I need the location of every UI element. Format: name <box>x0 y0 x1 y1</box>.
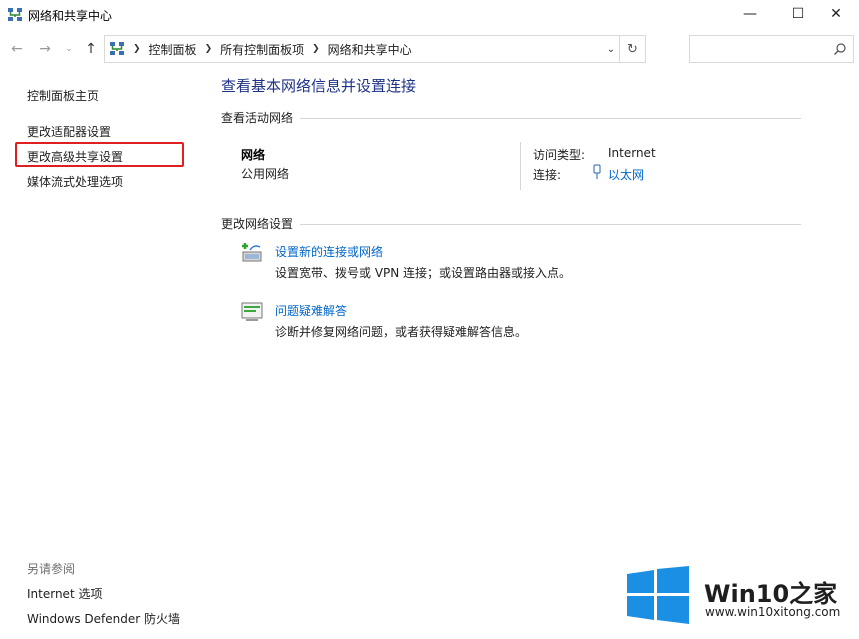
up-arrow-icon[interactable]: ↑ <box>82 40 100 58</box>
windows-logo-icon <box>627 566 689 624</box>
access-type-value: Internet <box>608 146 656 160</box>
section-divider <box>300 224 801 225</box>
breadcrumb-all-items[interactable]: 所有控制面板项 <box>220 41 304 58</box>
internet-options-link[interactable]: Internet 选项 <box>27 585 102 602</box>
access-type-label: 访问类型: <box>533 148 586 162</box>
connection-label: 连接: <box>533 168 562 182</box>
close-button[interactable]: ✕ <box>813 0 859 28</box>
troubleshoot-link[interactable]: 问题疑难解答 <box>275 302 347 319</box>
page-title: 查看基本网络信息并设置连接 <box>221 77 417 95</box>
breadcrumb-network-center[interactable]: 网络和共享中心 <box>328 41 412 58</box>
breadcrumb-separator-icon[interactable]: ❯ <box>312 44 320 54</box>
network-center-icon <box>110 42 124 55</box>
breadcrumb-separator-icon[interactable]: ❯ <box>205 44 213 54</box>
section-divider <box>300 118 801 119</box>
control-panel-home-link[interactable]: 控制面板主页 <box>27 87 99 104</box>
watermark-brand: Win10之家 <box>704 580 838 608</box>
change-adapter-settings-link[interactable]: 更改适配器设置 <box>27 123 111 140</box>
ethernet-connection-link[interactable]: 以太网 <box>608 166 644 183</box>
address-dropdown-icon[interactable]: ⌄ <box>604 42 618 56</box>
new-connection-icon <box>242 243 262 262</box>
media-streaming-link[interactable]: 媒体流式处理选项 <box>27 173 123 190</box>
highlight-annotation-box <box>15 142 184 167</box>
active-networks-heading: 查看活动网络 <box>221 111 294 125</box>
setup-new-connection-description: 设置宽带、拨号或 VPN 连接；或设置路由器或接入点。 <box>275 266 572 280</box>
search-box[interactable] <box>689 35 854 63</box>
minimize-button[interactable]: — <box>727 0 773 28</box>
search-icon[interactable] <box>833 42 847 56</box>
network-name: 网络 <box>241 148 266 162</box>
ethernet-icon <box>593 164 601 179</box>
breadcrumb-separator-icon[interactable]: ❯ <box>133 44 141 54</box>
troubleshoot-description: 诊断并修复网络问题，或者获得疑难解答信息。 <box>275 325 528 339</box>
window-title: 网络和共享中心 <box>28 9 113 23</box>
refresh-icon[interactable]: ↻ <box>619 36 645 62</box>
recent-locations-chevron-icon[interactable]: ⌄ <box>60 40 78 58</box>
title-bar: 网络和共享中心 — ☐ ✕ <box>0 0 859 30</box>
back-arrow-icon[interactable]: ← <box>8 40 26 58</box>
watermark-url: www.win10xitong.com <box>705 605 841 619</box>
forward-arrow-icon[interactable]: → <box>36 40 54 58</box>
vertical-divider <box>520 142 521 190</box>
breadcrumb-control-panel[interactable]: 控制面板 <box>149 41 197 58</box>
setup-new-connection-link[interactable]: 设置新的连接或网络 <box>275 243 383 260</box>
defender-firewall-link[interactable]: Windows Defender 防火墙 <box>27 610 180 627</box>
change-settings-heading: 更改网络设置 <box>221 217 294 231</box>
troubleshoot-icon <box>241 302 263 321</box>
network-center-icon <box>8 8 22 21</box>
address-bar[interactable]: ❯ 控制面板 ❯ 所有控制面板项 ❯ 网络和共享中心 ⌄ ↻ <box>104 35 646 63</box>
see-also-heading: 另请参阅 <box>27 562 76 576</box>
network-type: 公用网络 <box>241 167 290 181</box>
navigation-bar: ← → ⌄ ↑ ❯ 控制面板 ❯ 所有控制面板项 ❯ 网络和共享中心 ⌄ ↻ <box>0 34 859 64</box>
